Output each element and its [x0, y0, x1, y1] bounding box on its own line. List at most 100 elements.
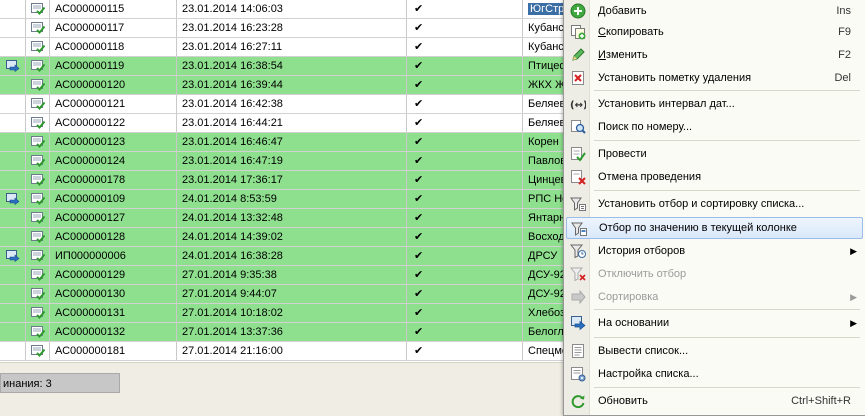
menu-item-label: На основании: [598, 317, 670, 329]
counterparty-name: Беляев: [528, 98, 566, 110]
menu-item-search-number[interactable]: Поиск по номеру...: [566, 116, 863, 138]
menu-item-label: Добавить: [598, 5, 647, 17]
filter-history-icon: [569, 243, 586, 259]
checkmark-icon: ✔: [407, 95, 523, 113]
menu-item-refresh[interactable]: Обновить Ctrl+Shift+R: [566, 390, 863, 412]
table-row[interactable]: АС000000124 23.01.2014 16:47:19 ✔ Павлов: [0, 152, 570, 171]
entered-on-basis-icon: [6, 250, 20, 262]
menu-item-add[interactable]: Добавить Ins: [566, 0, 863, 22]
posted-document-icon: [31, 117, 45, 129]
table-row[interactable]: АС000000121 23.01.2014 16:42:38 ✔ Беляев: [0, 95, 570, 114]
table-row[interactable]: АС000000122 23.01.2014 16:44:21 ✔ Беляев: [0, 114, 570, 133]
menu-item-date-interval[interactable]: (↔) Установить интервал дат...: [566, 93, 863, 115]
table-row[interactable]: АС000000115 23.01.2014 14:06:03 ✔ ЮгСтро: [0, 0, 570, 19]
menu-item-shortcut: Ctrl+Shift+R: [791, 395, 851, 407]
menu-item-disable-filter[interactable]: Отключить отбор: [566, 263, 863, 285]
checkmark-icon: ✔: [407, 228, 523, 246]
document-number: АС000000119: [50, 57, 177, 75]
checkmark-icon: ✔: [407, 247, 523, 265]
document-number: АС000000120: [50, 76, 177, 94]
search-icon: [570, 119, 586, 135]
posted-document-icon: [31, 345, 45, 357]
menu-item-based-on[interactable]: На основании ▶: [566, 312, 863, 334]
document-number: АС000000124: [50, 152, 177, 170]
table-row[interactable]: ИП000000006 24.01.2014 16:38:28 ✔ ДРСУ: [0, 247, 570, 266]
table-row[interactable]: АС000000178 23.01.2014 17:36:17 ✔ Цинцев: [0, 171, 570, 190]
menu-item-label: Скопировать: [598, 26, 664, 38]
checkmark-icon: ✔: [407, 190, 523, 208]
context-menu: Добавить Ins Скопировать F9 Изменить F2 Устано…: [563, 0, 865, 416]
menu-item-copy[interactable]: Скопировать F9: [566, 21, 863, 43]
delete-icon: [570, 70, 586, 86]
menu-item-label: Сортировка: [598, 291, 659, 303]
posted-document-icon: [31, 41, 45, 53]
table-row[interactable]: АС000000120 23.01.2014 16:39:44 ✔ ЖКХ Ж: [0, 76, 570, 95]
document-date: 27.01.2014 9:44:07: [177, 285, 407, 303]
document-date: 27.01.2014 13:37:36: [177, 323, 407, 341]
menu-item-unpost[interactable]: Отмена проведения: [566, 166, 863, 188]
menu-separator: [594, 190, 860, 191]
menu-item-post[interactable]: Провести: [566, 143, 863, 165]
row-mark-cell: [0, 171, 26, 189]
filter-off-icon: [569, 266, 586, 282]
row-status-cell: [26, 0, 50, 18]
row-mark-cell: [0, 323, 26, 341]
menu-item-export-list[interactable]: Вывести список...: [566, 340, 863, 362]
table-row[interactable]: АС000000119 23.01.2014 16:38:54 ✔ Птицеф: [0, 57, 570, 76]
table-row[interactable]: АС000000130 27.01.2014 9:44:07 ✔ ДСУ-92: [0, 285, 570, 304]
menu-item-shortcut: Del: [834, 72, 851, 84]
document-number: АС000000178: [50, 171, 177, 189]
counterparty-name: Павлов: [528, 155, 567, 167]
row-mark-cell: [0, 228, 26, 246]
table-row[interactable]: АС000000109 24.01.2014 8:53:59 ✔ РПС Но: [0, 190, 570, 209]
menu-item-filter-history[interactable]: История отборов ▶: [566, 240, 863, 262]
menu-item-sort[interactable]: Сортировка ▶: [566, 286, 863, 308]
row-mark-cell: [0, 285, 26, 303]
table-row[interactable]: АС000000131 27.01.2014 10:18:02 ✔ Хлебоз: [0, 304, 570, 323]
table-row[interactable]: АС000000127 24.01.2014 13:32:48 ✔ Янтарн: [0, 209, 570, 228]
row-mark-cell: [0, 342, 26, 360]
checkmark-icon: ✔: [407, 209, 523, 227]
table-row[interactable]: АС000000117 23.01.2014 16:23:28 ✔ Кубанс: [0, 19, 570, 38]
menu-item-filter-by-value[interactable]: Отбор по значению в текущей колонке: [566, 217, 863, 239]
menu-item-list-settings[interactable]: Настройка списка...: [566, 363, 863, 385]
row-mark-cell: [0, 38, 26, 56]
document-date: 24.01.2014 13:32:48: [177, 209, 407, 227]
posted-document-icon: [31, 231, 45, 243]
menu-item-label: Обновить: [598, 395, 648, 407]
document-number: АС000000132: [50, 323, 177, 341]
row-mark-cell: [0, 114, 26, 132]
table-row[interactable]: АС000000128 24.01.2014 14:39:02 ✔ Восход: [0, 228, 570, 247]
menu-separator: [594, 337, 860, 338]
filter-sort-icon: [570, 196, 586, 212]
document-date: 23.01.2014 14:06:03: [177, 0, 407, 18]
table-row[interactable]: АС000000132 27.01.2014 13:37:36 ✔ Белогл: [0, 323, 570, 342]
refresh-icon: [570, 393, 586, 409]
posted-document-icon: [31, 174, 45, 186]
menu-item-label: История отборов: [598, 245, 686, 257]
menu-item-edit[interactable]: Изменить F2: [566, 44, 863, 66]
posted-document-icon: [31, 269, 45, 281]
checkmark-icon: ✔: [407, 342, 523, 360]
table-row[interactable]: АС000000118 23.01.2014 16:27:11 ✔ Кубанс: [0, 38, 570, 57]
menu-item-label: Отмена проведения: [598, 171, 702, 183]
table-row[interactable]: АС000000181 27.01.2014 21:16:00 ✔ Спецме: [0, 342, 570, 361]
document-number: АС000000115: [50, 0, 177, 18]
counterparty-name: Восход: [528, 231, 565, 243]
table-row[interactable]: АС000000129 27.01.2014 9:35:38 ✔ ДСУ-92: [0, 266, 570, 285]
post-icon: [570, 146, 586, 162]
table-row[interactable]: АС000000123 23.01.2014 16:46:47 ✔ Корен: [0, 133, 570, 152]
copy-icon: [570, 24, 586, 40]
row-mark-cell: [0, 209, 26, 227]
document-date: 24.01.2014 14:39:02: [177, 228, 407, 246]
counterparty-name: ДСУ-92: [528, 288, 566, 300]
row-mark-cell: [0, 57, 26, 75]
filter-value-icon: [571, 221, 587, 237]
menu-item-set-filter[interactable]: Установить отбор и сортировку списка...: [566, 193, 863, 215]
menu-item-delete-mark[interactable]: Установить пометку удаления Del: [566, 67, 863, 89]
counterparty-name: Янтарн: [528, 212, 566, 224]
checkmark-icon: ✔: [407, 171, 523, 189]
menu-item-label: Вывести список...: [598, 345, 689, 357]
row-status-cell: [26, 76, 50, 94]
submenu-arrow-icon: ▶: [850, 246, 857, 256]
